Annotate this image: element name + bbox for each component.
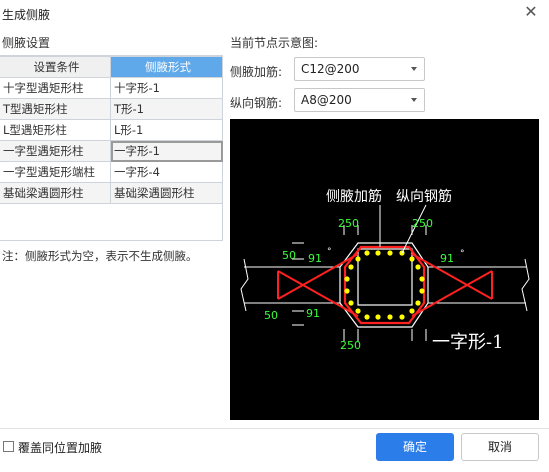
bar-dot bbox=[387, 314, 393, 320]
form-cell[interactable]: 一字形-4 bbox=[110, 161, 223, 183]
longitudinal-rebar-value: A8@200 bbox=[301, 93, 352, 107]
form-cell[interactable]: L形-1 bbox=[110, 119, 223, 141]
bar-dot bbox=[364, 314, 370, 320]
bar-dot bbox=[355, 308, 361, 314]
bar-dot bbox=[364, 250, 370, 256]
haunch-settings-title: 侧腋设置 bbox=[2, 36, 51, 50]
chevron-down-icon bbox=[411, 67, 417, 71]
longitudinal-rebar-select[interactable]: A8@200 bbox=[294, 88, 425, 112]
table-row[interactable]: L型遇矩形柱 L形-1 bbox=[0, 119, 223, 141]
condition-cell[interactable]: 一字型遇矩形端柱 bbox=[0, 161, 111, 183]
dialog-title: 生成侧腋 bbox=[2, 8, 51, 22]
table-row[interactable]: T型遇矩形柱 T形-1 bbox=[0, 98, 223, 120]
cancel-button[interactable]: 取消 bbox=[461, 433, 539, 461]
column-header-form[interactable]: 侧腋形式 bbox=[110, 56, 223, 78]
condition-cell[interactable]: T型遇矩形柱 bbox=[0, 98, 111, 120]
title-bar: 生成侧腋 ✕ bbox=[0, 0, 549, 26]
angle-bottom: 91 bbox=[306, 307, 320, 320]
deg-top-left: ° bbox=[327, 247, 332, 257]
label-haunch-rebar: 侧腋加筋 bbox=[326, 188, 382, 205]
condition-cell[interactable]: L型遇矩形柱 bbox=[0, 119, 111, 141]
bar-dot bbox=[344, 288, 350, 294]
bar-dot bbox=[387, 250, 393, 256]
haunch-settings-grid: 设置条件 侧腋形式 十字型遇矩形柱 十字形-1 T型遇矩形柱 T形-1 L型遇矩… bbox=[0, 55, 223, 241]
form-cell[interactable]: 基础梁遇圆形柱 bbox=[110, 182, 223, 204]
grid-header-row: 设置条件 侧腋形式 bbox=[0, 56, 223, 78]
column-outline bbox=[357, 248, 413, 306]
bar-dot bbox=[355, 256, 361, 262]
dim-top-right: 250 bbox=[412, 217, 433, 230]
angle-top-left: 91 bbox=[308, 252, 322, 265]
node-diagram-title: 当前节点示意图: bbox=[230, 36, 319, 50]
dim-left-50-top: 50 bbox=[282, 249, 296, 262]
haunch-rebar-label: 侧腋加筋: bbox=[230, 65, 283, 79]
footer-divider bbox=[0, 428, 549, 429]
table-row[interactable]: 基础梁遇圆形柱 基础梁遇圆形柱 bbox=[0, 182, 223, 204]
bar-dot bbox=[399, 314, 405, 320]
dim-top-left: 250 bbox=[338, 217, 359, 230]
table-row-selected[interactable]: 一字型遇矩形柱 一字形-1 bbox=[0, 140, 223, 162]
angle-top-right: 91 bbox=[440, 252, 454, 265]
dim-bottom: 250 bbox=[340, 339, 361, 352]
form-cell-selected[interactable]: 一字形-1 bbox=[110, 140, 223, 162]
diagram-svg: 侧腋加筋 纵向钢筋 250 250 250 50 50 91 ° 91 ° 91… bbox=[240, 188, 530, 353]
bar-dot bbox=[415, 264, 421, 270]
diagram-type-label: 一字形-1 bbox=[432, 332, 504, 353]
bar-dot bbox=[375, 314, 381, 320]
bar-dot bbox=[409, 256, 415, 262]
overwrite-checkbox-label[interactable]: 覆盖同位置加腋 bbox=[18, 439, 102, 456]
dim-left-50-bottom: 50 bbox=[264, 309, 278, 322]
label-longitudinal-rebar: 纵向钢筋 bbox=[396, 188, 452, 205]
chevron-down-icon bbox=[411, 98, 417, 102]
bar-dot bbox=[419, 288, 425, 294]
form-cell[interactable]: T形-1 bbox=[110, 98, 223, 120]
condition-cell[interactable]: 基础梁遇圆形柱 bbox=[0, 182, 111, 204]
form-cell[interactable]: 十字形-1 bbox=[110, 77, 223, 99]
condition-cell[interactable]: 一字型遇矩形柱 bbox=[0, 140, 111, 162]
bar-dot bbox=[419, 276, 425, 282]
table-row[interactable]: 一字型遇矩形端柱 一字形-4 bbox=[0, 161, 223, 183]
node-diagram: 侧腋加筋 纵向钢筋 250 250 250 50 50 91 ° 91 ° 91… bbox=[230, 119, 539, 420]
haunch-rebar-select[interactable]: C12@200 bbox=[294, 57, 425, 81]
overwrite-checkbox[interactable] bbox=[3, 441, 14, 452]
condition-cell[interactable]: 十字型遇矩形柱 bbox=[0, 77, 111, 99]
bar-dot bbox=[409, 308, 415, 314]
longitudinal-rebar-label: 纵向钢筋: bbox=[230, 96, 283, 110]
bar-dot bbox=[344, 276, 350, 282]
table-row[interactable]: 十字型遇矩形柱 十字形-1 bbox=[0, 77, 223, 99]
bar-dot bbox=[348, 300, 354, 306]
close-icon[interactable]: ✕ bbox=[521, 2, 541, 22]
bar-dot bbox=[415, 300, 421, 306]
bar-dot bbox=[375, 250, 381, 256]
haunch-rebar-value: C12@200 bbox=[301, 62, 360, 76]
bar-dot bbox=[348, 264, 354, 270]
column-header-condition: 设置条件 bbox=[0, 56, 111, 78]
ok-button[interactable]: 确定 bbox=[376, 433, 454, 461]
note-text: 注：侧腋形式为空，表示不生成侧腋。 bbox=[2, 249, 198, 263]
deg-top-right: ° bbox=[460, 249, 465, 259]
